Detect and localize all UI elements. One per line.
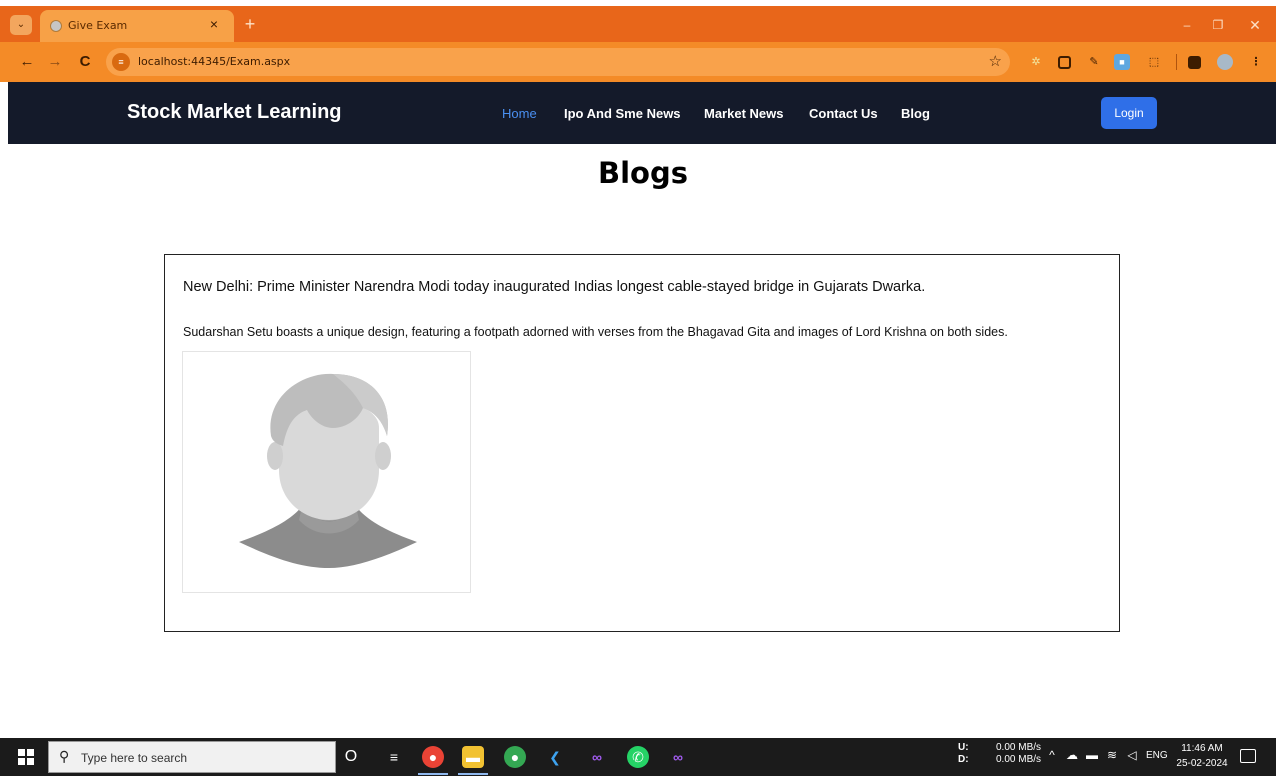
blog-image: [182, 351, 471, 593]
forward-arrow-icon[interactable]: →: [45, 52, 65, 72]
chrome-profile-icon[interactable]: ●: [504, 746, 526, 768]
task-view-icon[interactable]: ≡: [383, 746, 405, 768]
back-arrow-icon[interactable]: ←: [17, 52, 37, 72]
bookmark-star-icon[interactable]: ☆: [989, 52, 1002, 70]
browser-toolbar: ← → C ≡ localhost:44345/Exam.aspx ☆ ✲ ✎ …: [0, 42, 1276, 82]
default-avatar-icon: [239, 373, 417, 568]
taskbar-search-box[interactable]: ⚲: [48, 741, 336, 773]
site-navbar: Stock Market Learning Home Ipo And Sme N…: [8, 82, 1276, 144]
visual-studio-icon[interactable]: ∞: [586, 746, 608, 768]
side-panel-icon[interactable]: [1188, 56, 1201, 69]
active-app-indicator: [418, 773, 448, 775]
window-minimize-button[interactable]: –: [1175, 15, 1199, 35]
network-labels: U: D:: [958, 742, 969, 765]
language-indicator[interactable]: ENG: [1146, 750, 1168, 761]
browser-menu-icon[interactable]: ⋮: [1248, 54, 1264, 70]
extension-blue-icon[interactable]: ■: [1114, 54, 1130, 70]
taskbar-search-input[interactable]: [81, 749, 321, 767]
blog-card: New Delhi: Prime Minister Narendra Modi …: [164, 254, 1120, 632]
login-button[interactable]: Login: [1101, 97, 1157, 129]
extensions-puzzle-icon[interactable]: ⬚: [1146, 54, 1162, 70]
favicon-icon: [50, 20, 62, 32]
window-maximize-button[interactable]: ❐: [1206, 15, 1230, 35]
vscode-icon[interactable]: ❮: [544, 746, 566, 768]
new-tab-button[interactable]: +: [240, 14, 260, 34]
blog-body: Sudarshan Setu boasts a unique design, f…: [183, 325, 1008, 339]
wifi-icon[interactable]: ≋: [1104, 748, 1120, 762]
extension-icon[interactable]: ✲: [1028, 54, 1044, 70]
windows-start-icon[interactable]: [18, 749, 34, 765]
active-app-indicator: [458, 773, 488, 775]
nav-link-contact-us[interactable]: Contact Us: [809, 106, 878, 121]
onedrive-cloud-icon[interactable]: ☁: [1064, 748, 1080, 762]
tab-close-icon[interactable]: ×: [206, 16, 222, 32]
site-brand[interactable]: Stock Market Learning: [127, 101, 342, 124]
nav-link-blog[interactable]: Blog: [901, 106, 930, 121]
chrome-icon[interactable]: ●: [422, 746, 444, 768]
browser-tab[interactable]: Give Exam ×: [40, 10, 234, 42]
network-speeds: 0.00 MB/s 0.00 MB/s: [996, 742, 1042, 765]
whatsapp-icon[interactable]: ✆: [627, 746, 649, 768]
address-bar[interactable]: ≡ localhost:44345/Exam.aspx ☆: [106, 48, 1010, 76]
window-close-button[interactable]: ✕: [1243, 15, 1267, 35]
tab-search-icon[interactable]: ⌄: [10, 15, 32, 35]
nav-link-home[interactable]: Home: [502, 106, 537, 121]
tray-overflow-chevron-icon[interactable]: ^: [1044, 748, 1060, 762]
nav-link-market-news[interactable]: Market News: [704, 106, 783, 121]
site-info-icon[interactable]: ≡: [112, 53, 130, 71]
profile-avatar-icon[interactable]: [1217, 54, 1233, 70]
reload-icon[interactable]: C: [75, 52, 95, 72]
toolbar-divider: [1176, 54, 1177, 70]
file-explorer-icon[interactable]: ▬: [462, 746, 484, 768]
system-clock[interactable]: 11:46 AM 25-02-2024: [1174, 741, 1230, 771]
extension-box-icon[interactable]: [1058, 56, 1071, 69]
notification-center-icon[interactable]: [1240, 749, 1256, 763]
volume-icon[interactable]: ◁: [1124, 748, 1140, 762]
clock-date: 25-02-2024: [1176, 758, 1228, 769]
screen: ⌄ Give Exam × + – ❐ ✕ ← → C ≡ localhost:…: [0, 0, 1276, 776]
nav-link-ipo-sme-news[interactable]: Ipo And Sme News: [564, 106, 681, 121]
cortana-icon[interactable]: O: [340, 746, 362, 768]
search-icon: ⚲: [59, 748, 70, 764]
windows-taskbar: ⚲ O ≡ ● ▬ ● ❮ ∞ ✆ ∞ U: D: 0.00 MB/s 0.00…: [0, 738, 1276, 776]
url-text[interactable]: localhost:44345/Exam.aspx: [138, 55, 290, 68]
visual-studio-preview-icon[interactable]: ∞: [667, 746, 689, 768]
clock-time: 11:46 AM: [1181, 743, 1223, 754]
tab-title: Give Exam: [68, 19, 128, 32]
browser-tab-strip: ⌄ Give Exam × + – ❐ ✕: [0, 0, 1276, 42]
battery-icon[interactable]: ▬: [1084, 748, 1100, 762]
page-title: Blogs: [598, 156, 688, 190]
blog-headline: New Delhi: Prime Minister Narendra Modi …: [183, 279, 926, 295]
extension-pen-icon[interactable]: ✎: [1086, 54, 1102, 70]
